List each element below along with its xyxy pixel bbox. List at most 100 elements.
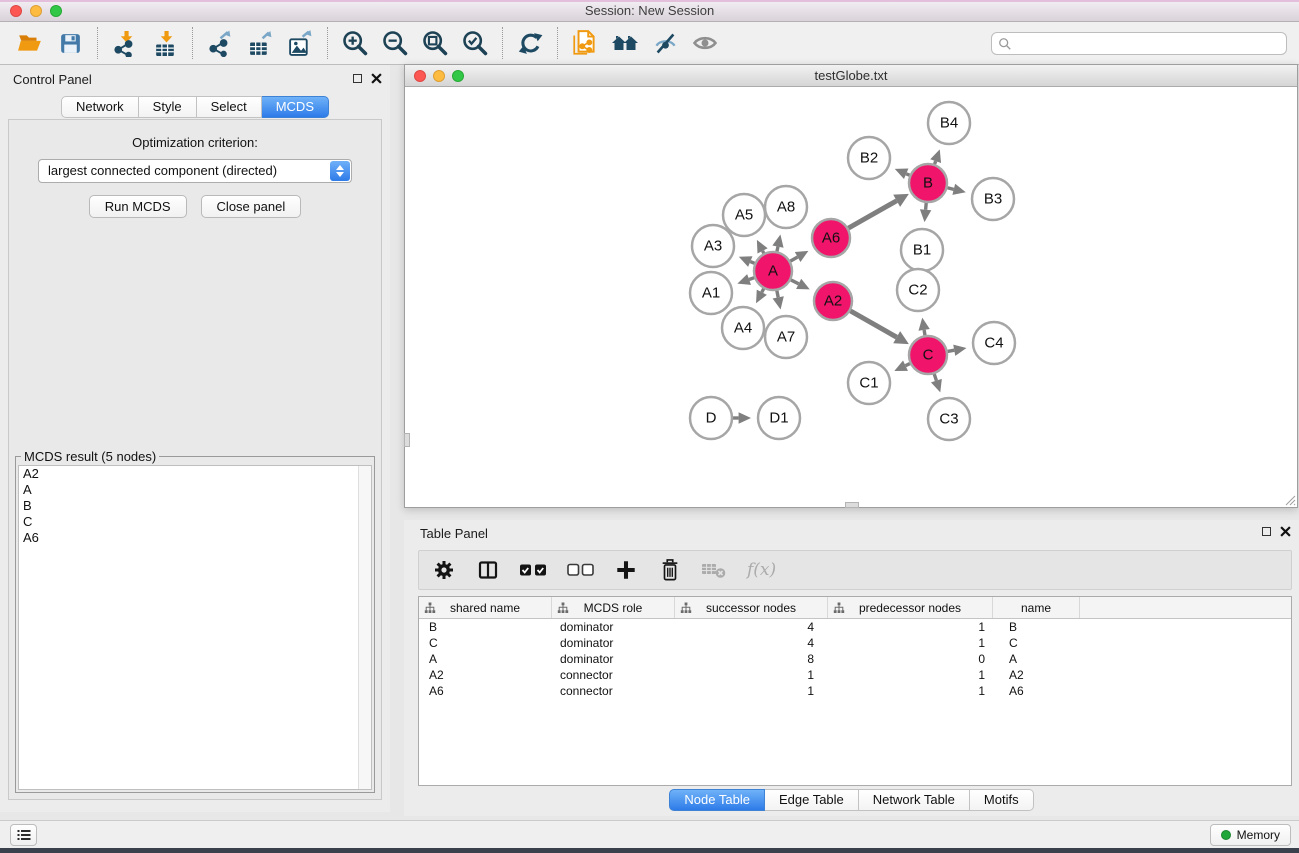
tab-network-table[interactable]: Network Table xyxy=(859,789,970,811)
zoom-out-button[interactable] xyxy=(375,25,415,61)
graph-edge-A-A7[interactable] xyxy=(773,291,784,310)
graph-node-B[interactable]: B xyxy=(909,164,947,202)
graph-node-A[interactable]: A xyxy=(754,252,792,290)
graph-edge-B-B4[interactable] xyxy=(930,149,941,164)
table-row[interactable]: A6connector11A6 xyxy=(419,683,1291,699)
float-panel-icon[interactable] xyxy=(353,74,362,83)
save-session-button[interactable] xyxy=(50,25,90,61)
graph-edge-B-B1[interactable] xyxy=(920,203,931,222)
function-builder-button[interactable]: f(x) xyxy=(747,555,776,585)
graph-node-C4[interactable]: C4 xyxy=(973,322,1015,364)
graph-edge-B-B3[interactable] xyxy=(947,184,965,195)
graph-node-C1[interactable]: C1 xyxy=(848,362,890,404)
network-minimize-button[interactable] xyxy=(433,70,445,82)
graph-edge-D-D1[interactable] xyxy=(733,412,751,423)
graph-node-C3[interactable]: C3 xyxy=(928,398,970,440)
graph-node-B1[interactable]: B1 xyxy=(901,229,943,271)
graph-edge-A-A1[interactable] xyxy=(737,274,754,285)
import-table-button[interactable] xyxy=(145,25,185,61)
show-panels-menu-button[interactable] xyxy=(10,824,37,846)
graph-node-D1[interactable]: D1 xyxy=(758,397,800,439)
graph-edge-A-A8[interactable] xyxy=(772,234,783,251)
graph-edge-A-A3[interactable] xyxy=(739,256,755,267)
delete-columns-button[interactable] xyxy=(657,555,683,585)
result-list-scrollbar[interactable] xyxy=(358,466,371,789)
result-list-item[interactable]: A xyxy=(19,482,371,498)
maximize-window-button[interactable] xyxy=(50,5,62,17)
graph-node-A3[interactable]: A3 xyxy=(692,225,734,267)
graph-edge-C-C3[interactable] xyxy=(931,374,942,392)
graph-node-A6[interactable]: A6 xyxy=(812,219,850,257)
column-header-successor-nodes[interactable]: successor nodes xyxy=(675,597,828,618)
close-panel-button[interactable]: Close panel xyxy=(201,195,302,218)
mcds-result-list[interactable]: A2ABCA6 xyxy=(18,465,372,790)
close-table-panel-icon[interactable] xyxy=(1280,526,1291,537)
select-all-rows-button[interactable] xyxy=(519,555,549,585)
graph-edge-A-A2[interactable] xyxy=(791,279,810,290)
minimize-window-button[interactable] xyxy=(30,5,42,17)
table-row[interactable]: Bdominator41B xyxy=(419,619,1291,635)
deselect-all-rows-button[interactable] xyxy=(567,555,595,585)
graph-node-A7[interactable]: A7 xyxy=(765,316,807,358)
float-table-panel-icon[interactable] xyxy=(1262,527,1271,536)
result-list-item[interactable]: B xyxy=(19,498,371,514)
zoom-in-button[interactable] xyxy=(335,25,375,61)
tab-network[interactable]: Network xyxy=(61,96,139,118)
graph-edge-A6-B[interactable] xyxy=(848,194,908,228)
network-window-titlebar[interactable]: testGlobe.txt xyxy=(405,65,1297,87)
graph-node-A8[interactable]: A8 xyxy=(765,186,807,228)
tab-motifs[interactable]: Motifs xyxy=(970,789,1034,811)
table-row[interactable]: A2connector11A2 xyxy=(419,667,1291,683)
export-network-button[interactable] xyxy=(200,25,240,61)
graph-edge-C-C2[interactable] xyxy=(918,318,929,336)
open-session-from-file-button[interactable] xyxy=(565,25,605,61)
graph-node-C2[interactable]: C2 xyxy=(897,269,939,311)
zoom-fit-content-button[interactable] xyxy=(415,25,455,61)
result-list-item[interactable]: C xyxy=(19,514,371,530)
graph-node-B2[interactable]: B2 xyxy=(848,137,890,179)
column-header-shared-name[interactable]: shared name xyxy=(419,597,552,618)
birdseye-view-button[interactable] xyxy=(685,25,725,61)
add-column-button[interactable] xyxy=(613,555,639,585)
tab-mcds[interactable]: MCDS xyxy=(262,96,329,118)
refresh-button[interactable] xyxy=(510,25,550,61)
tab-select[interactable]: Select xyxy=(197,96,262,118)
show-columns-button[interactable] xyxy=(475,555,501,585)
close-panel-icon[interactable] xyxy=(371,73,382,84)
window-resize-grip[interactable] xyxy=(1283,493,1296,506)
tab-edge-table[interactable]: Edge Table xyxy=(765,789,859,811)
criterion-dropdown[interactable]: largest connected component (directed) xyxy=(38,159,352,183)
table-settings-button[interactable] xyxy=(431,555,457,585)
column-header-mcds-role[interactable]: MCDS role xyxy=(552,597,675,618)
table-row[interactable]: Adominator80A xyxy=(419,651,1291,667)
zoom-selected-button[interactable] xyxy=(455,25,495,61)
graph-edge-A-A6[interactable] xyxy=(790,251,808,262)
graph-edge-C-C4[interactable] xyxy=(948,345,967,356)
home-button[interactable] xyxy=(605,25,645,61)
export-table-button[interactable] xyxy=(240,25,280,61)
graph-node-A2[interactable]: A2 xyxy=(814,282,852,320)
canvas-bottom-handle[interactable] xyxy=(845,502,859,508)
graph-node-B3[interactable]: B3 xyxy=(972,178,1014,220)
network-maximize-button[interactable] xyxy=(452,70,464,82)
close-window-button[interactable] xyxy=(10,5,22,17)
import-network-button[interactable] xyxy=(105,25,145,61)
graph-edge-A2-C[interactable] xyxy=(850,311,908,344)
tab-node-table[interactable]: Node Table xyxy=(669,789,765,811)
graph-node-C[interactable]: C xyxy=(909,336,947,374)
result-list-item[interactable]: A2 xyxy=(19,466,371,482)
graph-node-A1[interactable]: A1 xyxy=(690,272,732,314)
delete-table-button[interactable] xyxy=(701,555,729,585)
graph-node-A4[interactable]: A4 xyxy=(722,307,764,349)
graph-node-A5[interactable]: A5 xyxy=(723,194,765,236)
export-image-button[interactable] xyxy=(280,25,320,61)
memory-button[interactable]: Memory xyxy=(1210,824,1291,846)
search-input[interactable] xyxy=(1012,37,1286,51)
graph-edge-A-A4[interactable] xyxy=(756,289,767,304)
graph-node-B4[interactable]: B4 xyxy=(928,102,970,144)
graph-edge-C-C1[interactable] xyxy=(894,361,910,371)
result-list-item[interactable]: A6 xyxy=(19,530,371,546)
graph-node-D[interactable]: D xyxy=(690,397,732,439)
network-canvas[interactable]: A A1 A2 A3 A4 A5 A6 A7 A8 B B1 B2 B3B4 C C1 C2 C3C4 D D1 xyxy=(405,88,1297,507)
hide-graphics-details-button[interactable] xyxy=(645,25,685,61)
